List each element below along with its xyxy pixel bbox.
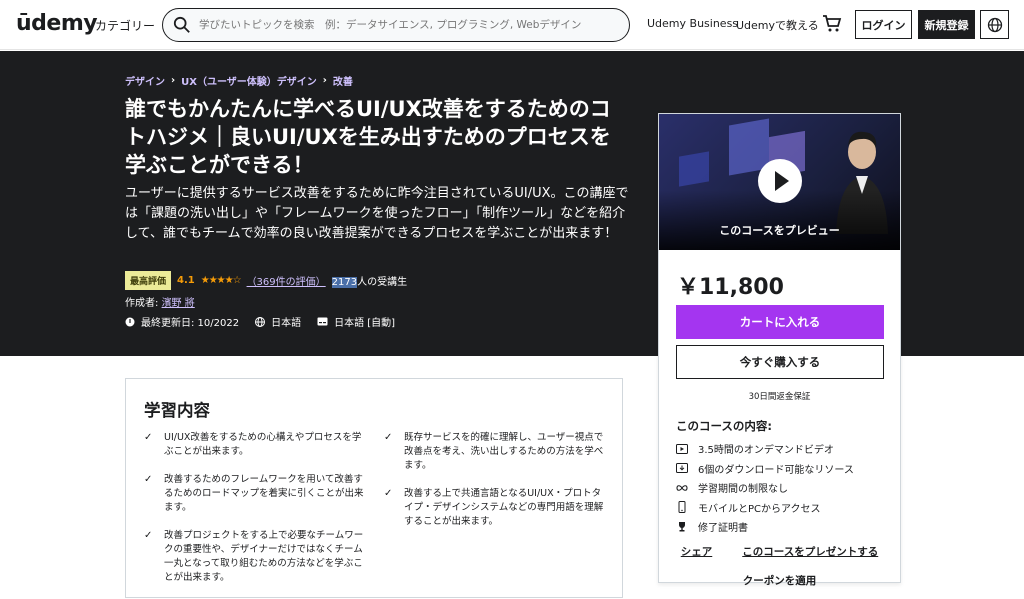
last-updated-text: 最終更新日: 10/2022 — [141, 318, 240, 329]
list-item: ✓ 改善する上で共通言語となるUI/UX・プロトタイプ・デザインシステムなどの専門… — [384, 487, 606, 529]
rating-stars: ★★★★☆ — [200, 275, 242, 286]
captions-text: 日本語 [自動] — [334, 318, 396, 329]
signup-button[interactable]: 新規登録 — [918, 10, 975, 39]
list-item: ✓ 改善するためのフレームワークを用いて改善するためのロードマップを着実に引くこと… — [144, 473, 366, 515]
download-icon — [676, 463, 688, 474]
buy-now-button[interactable]: 今すぐ購入する — [676, 345, 884, 379]
captions-icon — [317, 317, 328, 326]
students-suffix: 人の受講生 — [357, 277, 408, 288]
learn-item-text: 改善プロジェクトをする上で必要なチームワークの重要性や、デザイナーだけではなくチ… — [164, 530, 364, 583]
course-captions: 日本語 [自動] — [317, 314, 395, 329]
course-language: 日本語 — [255, 314, 301, 329]
learn-item-text: 改善する上で共通言語となるUI/UX・プロトタイプ・デザインシステムなどの専門用… — [404, 488, 604, 527]
list-item: ✓ 改善プロジェクトをする上で必要なチームワークの重要性や、デザイナーだけではなく… — [144, 529, 366, 585]
learn-list-left: ✓ UI/UX改善をするための心構えやプロセスを学ぶことが出来ます。 ✓ 改善するた… — [144, 431, 366, 599]
rating-row: 最高評価 4.1 ★★★★☆ （369件の評価） 2173人の受講生 — [125, 271, 407, 290]
list-item: ✓ UI/UX改善をするための心構えやプロセスを学ぶことが出来ます。 — [144, 431, 366, 459]
list-item: モバイルとPCからアクセス — [676, 498, 854, 518]
share-link[interactable]: シェア — [681, 544, 713, 559]
bestseller-badge: 最高評価 — [125, 271, 172, 290]
chevron-right-icon: › — [322, 75, 327, 86]
course-price: ￥11,800 — [677, 275, 784, 300]
course-meta: 最終更新日: 10/2022 日本語 日本語 [自動] — [125, 314, 395, 329]
money-back-guarantee: 30日間返金保証 — [748, 392, 811, 402]
mobile-icon — [678, 501, 686, 514]
rating-count-link[interactable]: （369件の評価） — [247, 273, 326, 288]
check-icon: ✓ — [144, 530, 153, 541]
check-icon: ✓ — [144, 474, 153, 485]
what-you-learn-box: 学習内容 ✓ UI/UX改善をするための心構えやプロセスを学ぶことが出来ます。 ✓… — [125, 378, 623, 598]
globe-icon — [255, 316, 266, 327]
language-text: 日本語 — [271, 318, 302, 329]
search-bar[interactable] — [162, 8, 630, 42]
globe-icon — [987, 17, 1002, 32]
author-prefix: 作成者: — [125, 298, 162, 309]
login-button[interactable]: ログイン — [855, 10, 912, 39]
learn-item-text: UI/UX改善をするための心構えやプロセスを学ぶことが出来ます。 — [164, 432, 362, 457]
learn-item-text: 改善するためのフレームワークを用いて改善するためのロードマップを着実に引くことが… — [164, 474, 364, 513]
learn-list-right: ✓ 既存サービスを的確に理解し、ユーザー視点で改善点を考え、洗い出しするための方法… — [384, 431, 606, 543]
students-number: 2173 — [331, 277, 358, 288]
list-item: 修了証明書 — [676, 517, 854, 537]
author-link[interactable]: 濱野 將 — [162, 298, 195, 309]
check-icon: ✓ — [384, 488, 393, 499]
cart-icon[interactable] — [822, 14, 842, 34]
trophy-icon — [679, 521, 685, 532]
includes-list: 3.5時間のオンデマンドビデオ 6個のダウンロード可能なリソース 学習期間の制限… — [676, 439, 854, 537]
breadcrumb-item-improvement[interactable]: 改善 — [333, 73, 353, 88]
includes-title: このコースの内容: — [676, 419, 773, 433]
purchase-card: このコースをプレビュー ￥11,800 カートに入れる 今すぐ購入する 30日間… — [658, 113, 901, 587]
breadcrumb-item-design[interactable]: デザイン — [125, 73, 165, 88]
list-item: 6個のダウンロード可能なリソース — [676, 459, 854, 479]
add-to-cart-button[interactable]: カートに入れる — [676, 305, 884, 339]
preview-label: このコースをプレビュー — [719, 224, 840, 237]
top-navbar: ūdemy カテゴリー Udemy Business Udemyで教える ログイ… — [0, 0, 1024, 50]
list-item: 3.5時間のオンデマンドビデオ — [676, 439, 854, 459]
include-text: モバイルとPCからアクセス — [698, 503, 821, 515]
include-text: 6個のダウンロード可能なリソース — [698, 464, 854, 476]
course-preview[interactable]: このコースをプレビュー — [659, 114, 900, 250]
learn-item-text: 既存サービスを的確に理解し、ユーザー視点で改善点を考え、洗い出しするための方法を… — [404, 432, 604, 471]
share-row: シェア このコースをプレゼントする — [659, 544, 900, 559]
breadcrumb: デザイン › UX（ユーザー体験）デザイン › 改善 — [125, 73, 353, 88]
play-icon[interactable] — [758, 159, 802, 203]
include-text: 学習期間の制限なし — [698, 484, 788, 496]
check-icon: ✓ — [384, 432, 393, 443]
author-line: 作成者: 濱野 將 — [125, 294, 195, 309]
video-icon — [676, 443, 688, 454]
list-item: 学習期間の制限なし — [676, 478, 854, 498]
udemy-business-link[interactable]: Udemy Business — [647, 17, 738, 30]
include-text: 3.5時間のオンデマンドビデオ — [698, 445, 834, 457]
preview-art — [679, 151, 709, 187]
categories-menu[interactable]: カテゴリー — [95, 17, 155, 34]
breadcrumb-item-ux[interactable]: UX（ユーザー体験）デザイン — [181, 73, 317, 88]
last-updated: 最終更新日: 10/2022 — [125, 314, 239, 329]
what-you-learn-title: 学習内容 — [144, 401, 210, 420]
alert-icon — [125, 317, 135, 326]
apply-coupon-link[interactable]: クーポンを適用 — [659, 573, 900, 588]
language-button[interactable] — [980, 10, 1009, 39]
course-title: 誰でもかんたんに学べるUI/UX改善をするためのコトハジメ｜良いUI/UXを生み… — [125, 97, 611, 177]
students-count: 2173人の受講生 — [331, 273, 408, 288]
include-text: 修了証明書 — [698, 523, 748, 535]
search-icon[interactable] — [173, 16, 191, 34]
search-input[interactable] — [199, 19, 619, 31]
gift-course-link[interactable]: このコースをプレゼントする — [742, 544, 878, 559]
rating-value: 4.1 — [177, 275, 195, 286]
infinity-icon — [676, 484, 688, 491]
course-subtitle: ユーザーに提供するサービス改善をするために昨今注目されているUI/UX。この講座… — [125, 186, 629, 241]
check-icon: ✓ — [144, 432, 153, 443]
udemy-logo[interactable]: ūdemy — [16, 11, 98, 36]
chevron-right-icon: › — [171, 75, 176, 86]
teach-on-udemy-link[interactable]: Udemyで教える — [736, 17, 819, 33]
list-item: ✓ 既存サービスを的確に理解し、ユーザー視点で改善点を考え、洗い出しするための方法… — [384, 431, 606, 473]
